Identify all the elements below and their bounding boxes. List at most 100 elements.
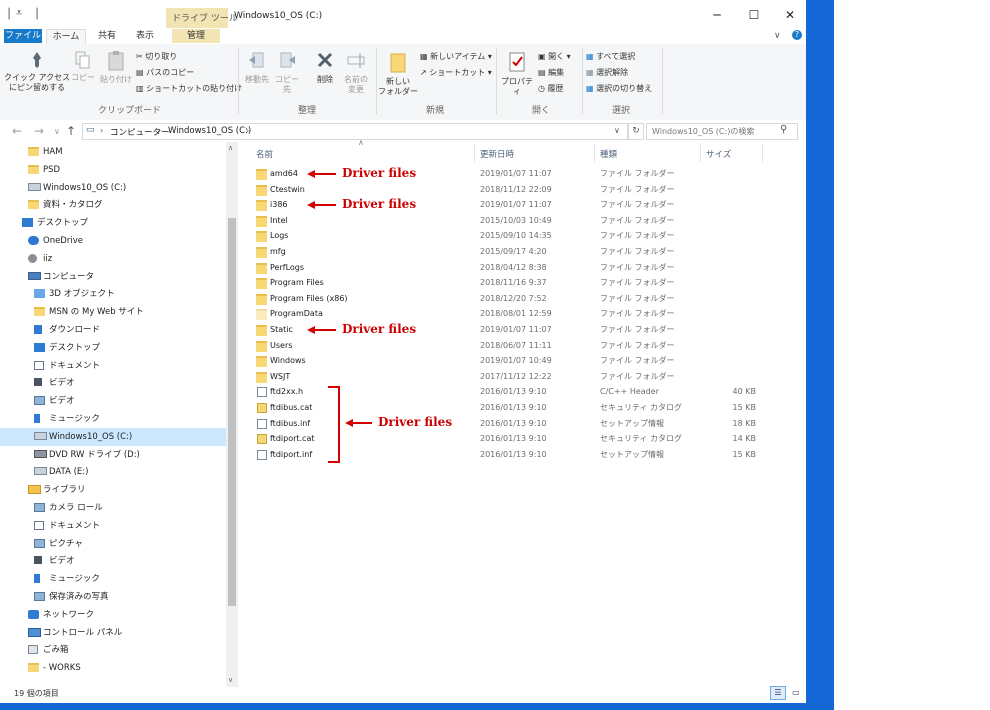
- edit-button[interactable]: ▤ 編集: [538, 67, 564, 78]
- file-row[interactable]: Windows 2019/01/07 10:49 ファイル フォルダー: [248, 353, 764, 369]
- nav-scrollbar-thumb[interactable]: [228, 218, 236, 606]
- tab-view[interactable]: 表示: [132, 29, 158, 43]
- file-row[interactable]: Ctestwin 2018/11/12 22:09 ファイル フォルダー: [248, 182, 764, 198]
- nav-item[interactable]: 資料・カタログ: [0, 196, 226, 214]
- large-icons-view-icon[interactable]: ▭: [789, 687, 803, 699]
- column-separator[interactable]: [700, 144, 701, 162]
- forward-arrow-icon[interactable]: →: [34, 124, 44, 138]
- address-dropdown-icon[interactable]: ∨: [614, 126, 620, 135]
- shortcut-button[interactable]: ↗ ショートカット ▾: [420, 67, 492, 78]
- cut-button[interactable]: ✂ 切り取り: [136, 51, 177, 62]
- paste-shortcut-button[interactable]: ▥ ショートカットの貼り付け: [136, 83, 242, 94]
- pin-quick-access-button[interactable]: クイック アクセス にピン留めする: [4, 50, 70, 93]
- column-separator[interactable]: [594, 144, 595, 162]
- history-button[interactable]: ◷ 履歴: [538, 83, 564, 94]
- nav-item[interactable]: ネットワーク: [0, 606, 226, 624]
- file-row[interactable]: Users 2018/06/07 11:11 ファイル フォルダー: [248, 338, 764, 354]
- recent-dropdown-icon[interactable]: ∨: [54, 127, 60, 136]
- nav-item[interactable]: MSN の My Web サイト: [0, 303, 226, 321]
- nav-item[interactable]: PSD: [0, 161, 226, 179]
- file-row[interactable]: ftdiport.cat 2016/01/13 9:10 セキュリティ カタログ 14…: [248, 431, 764, 447]
- invert-selection-button[interactable]: ▦ 選択の切り替え: [586, 83, 652, 94]
- select-all-icon: ▦: [586, 52, 594, 61]
- copy-to-button[interactable]: コピー先: [272, 50, 302, 95]
- column-size[interactable]: サイズ: [706, 148, 731, 160]
- nav-item[interactable]: ダウンロード: [0, 321, 226, 339]
- file-row[interactable]: ProgramData 2018/08/01 12:59 ファイル フォルダー: [248, 306, 764, 322]
- file-row[interactable]: ftd2xx.h 2016/01/13 9:10 C/C++ Header 40 KB: [248, 384, 764, 400]
- file-row[interactable]: Program Files (x86) 2018/12/20 7:52 ファイル フ…: [248, 291, 764, 307]
- nav-item[interactable]: コントロール パネル: [0, 624, 226, 642]
- nav-item[interactable]: ビデオ: [0, 552, 226, 570]
- nav-item[interactable]: OneDrive: [0, 232, 226, 250]
- tab-home[interactable]: ホーム: [46, 29, 86, 44]
- nav-item[interactable]: コンピュータ: [0, 268, 226, 286]
- nav-item[interactable]: - WORKS: [0, 659, 226, 677]
- select-none-button[interactable]: ▦ 選択解除: [586, 67, 628, 78]
- select-all-button[interactable]: ▦ すべて選択: [586, 51, 635, 62]
- paste-button[interactable]: 貼り付け: [98, 50, 134, 85]
- nav-item[interactable]: ビデオ: [0, 374, 226, 392]
- file-row[interactable]: Program Files 2018/11/16 9:37 ファイル フォルダー: [248, 275, 764, 291]
- copy-path-button[interactable]: ▤ パスのコピー: [136, 67, 194, 78]
- column-type[interactable]: 種類: [600, 148, 617, 160]
- refresh-icon[interactable]: ↻: [628, 123, 644, 140]
- rename-button[interactable]: 名前の 変更: [340, 50, 372, 95]
- file-row[interactable]: ftdibus.cat 2016/01/13 9:10 セキュリティ カタログ 15 …: [248, 400, 764, 416]
- nav-item[interactable]: ミュージック: [0, 570, 226, 588]
- file-row[interactable]: Intel 2015/10/03 10:49 ファイル フォルダー: [248, 213, 764, 229]
- copy-button[interactable]: コピー: [70, 50, 96, 83]
- column-date[interactable]: 更新日時: [480, 148, 514, 160]
- minimize-button[interactable]: ─: [707, 8, 727, 22]
- nav-item[interactable]: 3D オブジェクト: [0, 285, 226, 303]
- open-button[interactable]: ▣ 開く ▾: [538, 51, 571, 62]
- scroll-up-icon[interactable]: ∧: [228, 144, 233, 152]
- column-separator[interactable]: [762, 144, 763, 162]
- delete-button[interactable]: 削除: [310, 50, 340, 85]
- nav-item[interactable]: iiz: [0, 250, 226, 268]
- file-row[interactable]: Logs 2015/09/10 14:35 ファイル フォルダー: [248, 228, 764, 244]
- nav-item[interactable]: ごみ箱: [0, 641, 226, 659]
- search-icon[interactable]: ⚲: [780, 124, 787, 135]
- file-row[interactable]: WSJT 2017/11/12 12:22 ファイル フォルダー: [248, 369, 764, 385]
- nav-item-label: ライブラリ: [43, 485, 86, 496]
- file-row[interactable]: mfg 2015/09/17 4:20 ファイル フォルダー: [248, 244, 764, 260]
- details-view-icon[interactable]: ☰: [770, 686, 786, 700]
- back-arrow-icon[interactable]: ←: [12, 124, 22, 138]
- tab-share[interactable]: 共有: [94, 29, 120, 43]
- scroll-down-icon[interactable]: ∨: [228, 676, 233, 684]
- nav-item[interactable]: DATA (E:): [0, 463, 226, 481]
- up-arrow-icon[interactable]: ↑: [66, 124, 76, 138]
- tab-file[interactable]: ファイル: [4, 29, 42, 43]
- nav-item[interactable]: ドキュメント: [0, 357, 226, 375]
- new-item-button[interactable]: ▦ 新しいアイテム ▾: [420, 51, 492, 62]
- nav-item[interactable]: ミュージック: [0, 410, 226, 428]
- help-icon[interactable]: ?: [792, 30, 802, 40]
- nav-item[interactable]: Windows10_OS (C:): [0, 179, 226, 197]
- nav-item[interactable]: DVD RW ドライブ (D:): [0, 446, 226, 464]
- nav-item[interactable]: デスクトップ: [0, 339, 226, 357]
- tab-manage[interactable]: 管理: [172, 29, 220, 43]
- maximize-button[interactable]: ☐: [744, 8, 764, 22]
- nav-item[interactable]: ドキュメント: [0, 517, 226, 535]
- nav-item[interactable]: デスクトップ: [0, 214, 226, 232]
- file-row[interactable]: ftdiport.inf 2016/01/13 9:10 セットアップ情報 15 KB: [248, 447, 764, 463]
- nav-item[interactable]: 保存済みの写真: [0, 588, 226, 606]
- nav-item[interactable]: ビデオ: [0, 392, 226, 410]
- nav-item[interactable]: Windows10_OS (C:): [0, 427, 226, 446]
- crumb-drive[interactable]: Windows10_OS (C:): [168, 126, 251, 136]
- nav-item[interactable]: HAM: [0, 143, 226, 161]
- new-folder-button[interactable]: 新しい フォルダー: [378, 50, 418, 97]
- column-name[interactable]: 名前: [256, 148, 273, 160]
- quick-access-menu-icon[interactable]: ⩡: [16, 6, 22, 20]
- close-button[interactable]: ✕: [780, 8, 800, 22]
- ribbon-expand-icon[interactable]: ∨: [774, 31, 781, 41]
- move-to-button[interactable]: 移動先: [242, 50, 272, 85]
- nav-item[interactable]: ライブラリ: [0, 481, 226, 499]
- column-separator[interactable]: [474, 144, 475, 162]
- file-row[interactable]: ftdibus.inf 2016/01/13 9:10 セットアップ情報 18 KB: [248, 416, 764, 432]
- nav-item[interactable]: ピクチャ: [0, 535, 226, 553]
- file-row[interactable]: PerfLogs 2018/04/12 8:38 ファイル フォルダー: [248, 260, 764, 276]
- nav-item[interactable]: カメラ ロール: [0, 499, 226, 517]
- properties-button[interactable]: プロパティ: [498, 50, 536, 97]
